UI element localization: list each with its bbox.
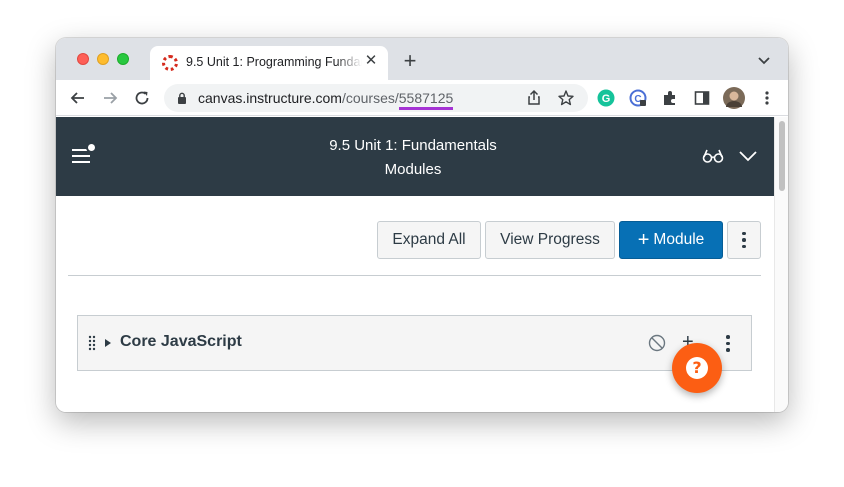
unpublished-icon[interactable] — [648, 334, 666, 352]
question-mark-icon: ? — [686, 357, 708, 379]
maximize-window-button[interactable] — [117, 53, 129, 65]
hamburger-menu-icon[interactable] — [72, 142, 97, 163]
share-icon[interactable] — [525, 89, 543, 107]
extension-badge-icon[interactable]: C — [629, 89, 647, 107]
notification-dot — [86, 142, 97, 153]
expand-all-button[interactable]: Expand All — [377, 221, 481, 259]
address-bar[interactable]: canvas.instructure.com/courses/5587125 — [164, 84, 588, 112]
scrollbar[interactable] — [774, 117, 788, 412]
plus-icon: + — [637, 229, 650, 251]
module-title[interactable]: Core JavaScript — [120, 333, 242, 351]
chevron-down-icon[interactable] — [738, 149, 758, 163]
browser-toolbar: canvas.instructure.com/courses/5587125 G… — [56, 80, 788, 116]
svg-text:G: G — [602, 93, 611, 105]
tab-search-chevron-icon[interactable] — [756, 52, 772, 68]
url-path: /courses/ — [341, 90, 399, 106]
add-module-label: Module — [653, 231, 705, 248]
add-module-button[interactable]: + Module — [619, 221, 723, 259]
browser-menu-icon[interactable] — [758, 89, 776, 107]
url-course-id: 5587125 — [398, 90, 454, 110]
page-content: 9.5 Unit 1: Fundamentals Modules Expand … — [56, 117, 774, 412]
close-window-button[interactable] — [77, 53, 89, 65]
profile-avatar[interactable] — [723, 87, 745, 109]
page-title: Modules — [384, 161, 442, 178]
tab-title: 9.5 Unit 1: Programming Fundamentals — [186, 55, 362, 69]
view-progress-button[interactable]: View Progress — [485, 221, 615, 259]
new-tab-button[interactable]: + — [400, 50, 420, 72]
course-header: 9.5 Unit 1: Fundamentals Modules — [56, 117, 774, 196]
module-options-kebab-icon[interactable] — [726, 335, 730, 352]
side-panel-icon[interactable] — [693, 89, 711, 107]
back-icon[interactable] — [68, 88, 88, 108]
url-text: canvas.instructure.com/courses/5587125 — [198, 90, 454, 110]
puzzle-extensions-icon[interactable] — [661, 89, 679, 107]
kebab-icon — [742, 231, 746, 249]
scrollbar-thumb[interactable] — [779, 121, 785, 191]
expand-caret-icon[interactable] — [105, 339, 111, 347]
more-options-button[interactable] — [727, 221, 761, 259]
course-title: 9.5 Unit 1: Fundamentals — [329, 137, 497, 154]
bookmark-star-icon[interactable] — [557, 89, 575, 107]
drag-handle-icon[interactable] — [88, 335, 96, 351]
browser-window: 9.5 Unit 1: Programming Fundamentals ✕ +… — [56, 38, 788, 412]
module-row[interactable]: Core JavaScript + — [77, 315, 752, 371]
reload-icon[interactable] — [132, 88, 152, 108]
grammarly-extension-icon[interactable]: G — [597, 89, 615, 107]
tab-close-button[interactable]: ✕ — [362, 52, 380, 70]
help-button[interactable]: ? — [672, 343, 722, 393]
divider — [68, 275, 761, 276]
canvas-favicon-icon — [162, 55, 178, 71]
tab-strip: 9.5 Unit 1: Programming Fundamentals ✕ + — [56, 38, 788, 80]
forward-icon[interactable] — [100, 88, 120, 108]
url-host: canvas.instructure.com — [198, 90, 342, 106]
student-view-glasses-icon[interactable] — [702, 148, 724, 164]
lock-icon[interactable] — [176, 92, 188, 104]
browser-tab[interactable]: 9.5 Unit 1: Programming Fundamentals ✕ — [150, 46, 388, 80]
minimize-window-button[interactable] — [97, 53, 109, 65]
